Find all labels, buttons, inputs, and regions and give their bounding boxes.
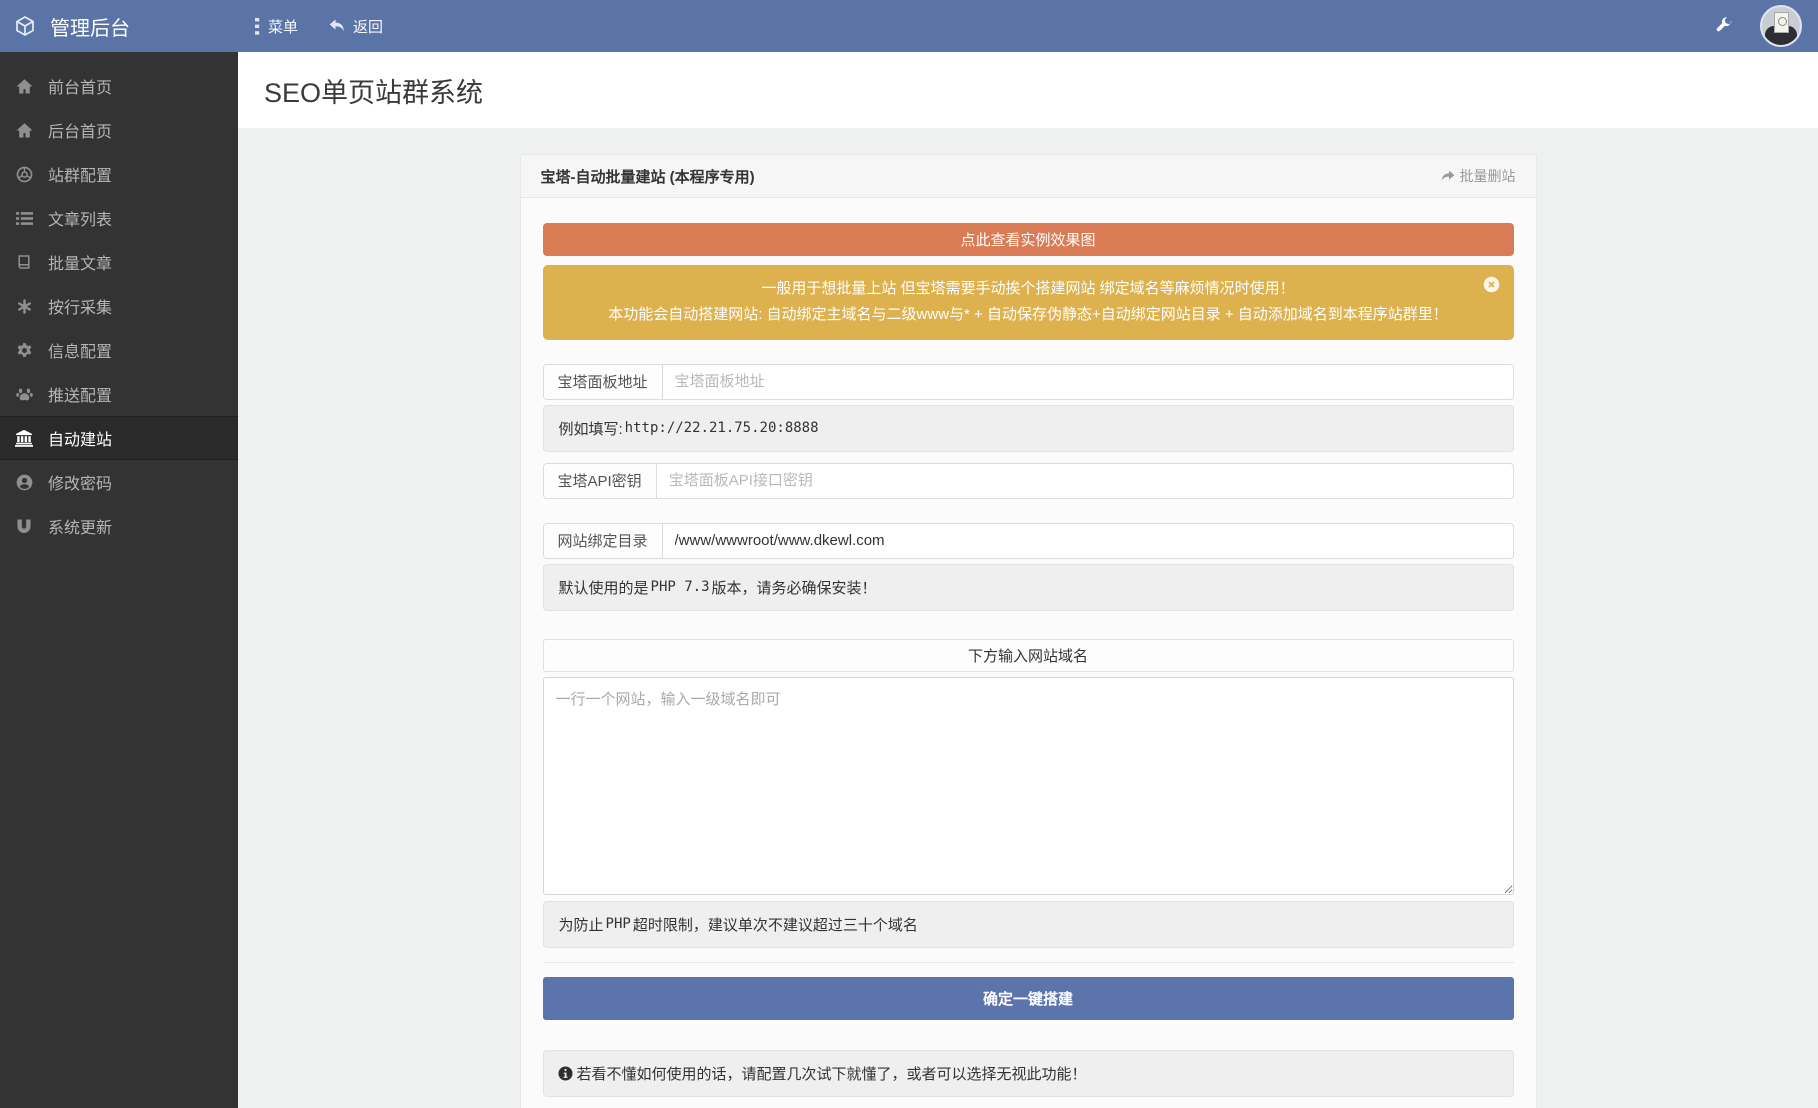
back-button-label: 返回: [353, 16, 383, 37]
domains-header: 下方输入网站域名: [543, 639, 1514, 672]
main-area: SEO单页站群系统 宝塔-自动批量建站 (本程序专用) 批量删站 点此查看实例效…: [238, 52, 1818, 1108]
bind-dir-group: 网站绑定目录: [543, 523, 1514, 559]
page-header: SEO单页站群系统: [238, 52, 1818, 128]
user-avatar[interactable]: [1760, 5, 1802, 47]
submit-build-button[interactable]: 确定一键搭建: [543, 977, 1514, 1020]
share-arrow-icon: [1440, 169, 1455, 183]
url-example-hint: 例如填写: http://22.21.75.20:8888: [543, 405, 1514, 452]
batch-delete-label: 批量删站: [1460, 166, 1516, 186]
asterisk-icon: [15, 299, 33, 314]
sidebar-item-label: 站群配置: [48, 162, 112, 186]
domains-textarea[interactable]: [543, 677, 1514, 895]
sidebar-item-label: 系统更新: [48, 514, 112, 538]
bank-icon: [15, 429, 33, 447]
sidebar-item-admin-home[interactable]: 后台首页: [0, 108, 238, 152]
avatar-card: [1774, 12, 1789, 33]
sidebar-item-label: 后台首页: [48, 118, 112, 142]
hint-suffix: 超时限制，建议单次不建议超过三十个域名: [633, 914, 918, 935]
list-icon: [15, 210, 33, 227]
divider: [543, 962, 1514, 963]
reply-arrow-icon: [328, 18, 346, 34]
panel-url-input[interactable]: [663, 365, 1513, 399]
hint-php: PHP 7.3: [651, 579, 710, 595]
panel-url-label: 宝塔面板地址: [544, 365, 663, 399]
api-key-label: 宝塔API密钥: [544, 464, 657, 498]
page-title: SEO单页站群系统: [264, 71, 483, 110]
brand-title: 管理后台: [50, 12, 130, 41]
topbar: 管理后台 菜单 返回: [0, 0, 1818, 52]
bind-dir-input[interactable]: [663, 524, 1513, 558]
footer-note-text: 若看不懂如何使用的话，请配置几次试下就懂了，或者可以选择无视此功能！: [577, 1063, 1087, 1084]
topnav: 菜单 返回: [254, 16, 383, 37]
paw-icon: [15, 386, 33, 403]
wrench-icon[interactable]: [1714, 17, 1732, 35]
batch-delete-link[interactable]: 批量删站: [1440, 166, 1516, 186]
footer-note: 若看不懂如何使用的话，请配置几次试下就懂了，或者可以选择无视此功能！: [543, 1050, 1514, 1097]
back-button[interactable]: 返回: [328, 16, 383, 37]
close-icon[interactable]: [1483, 276, 1500, 293]
sidebar-item-label: 批量文章: [48, 250, 112, 274]
php-version-hint: 默认使用的是 PHP 7.3 版本，请务必确保安装！: [543, 564, 1514, 611]
book-icon: [15, 254, 33, 270]
home-icon: [15, 122, 33, 139]
sidebar-item-label: 修改密码: [48, 470, 112, 494]
info-icon: [558, 1066, 573, 1081]
hint-php: PHP: [606, 916, 631, 932]
sidebar-item-batch-articles[interactable]: 批量文章: [0, 240, 238, 284]
home-icon: [15, 78, 33, 95]
sidebar-item-label: 自动建站: [48, 426, 112, 450]
hint-suffix: 版本，请务必确保安装！: [712, 577, 877, 598]
topbar-right: [1714, 5, 1818, 47]
sidebar-item-system-update[interactable]: 系统更新: [0, 504, 238, 548]
sidebar-item-auto-build[interactable]: 自动建站: [0, 416, 238, 460]
sidebar-item-label: 推送配置: [48, 382, 112, 406]
sidebar-item-line-collect[interactable]: 按行采集: [0, 284, 238, 328]
baota-panel: 宝塔-自动批量建站 (本程序专用) 批量删站 点此查看实例效果图: [520, 154, 1537, 1108]
hint-url: http://22.21.75.20:8888: [625, 420, 819, 436]
sidebar-item-info-config[interactable]: 信息配置: [0, 328, 238, 372]
hint-prefix: 默认使用的是: [559, 577, 649, 598]
sidebar-item-change-password[interactable]: 修改密码: [0, 460, 238, 504]
user-circle-icon: [15, 474, 33, 491]
gear-icon: [15, 342, 33, 359]
hint-prefix: 为防止: [559, 914, 604, 935]
grip-icon: [254, 18, 261, 35]
usage-alert: 一般用于想批量上站 但宝塔需要手动挨个搭建网站 绑定域名等麻烦情况时使用！ 本功…: [543, 265, 1514, 340]
sidebar-item-front-home[interactable]: 前台首页: [0, 64, 238, 108]
panel-header: 宝塔-自动批量建站 (本程序专用) 批量删站: [521, 155, 1536, 198]
sidebar-item-label: 文章列表: [48, 206, 112, 230]
sidebar-item-label: 按行采集: [48, 294, 112, 318]
panel-title: 宝塔-自动批量建站 (本程序专用): [541, 166, 755, 187]
menu-button-label: 菜单: [268, 16, 298, 37]
sidebar: 前台首页 后台首页 站群配置 文章列表: [0, 52, 238, 1108]
panel-body: 点此查看实例效果图 一般用于想批量上站 但宝塔需要手动挨个搭建网站 绑定域名等麻…: [521, 198, 1536, 1108]
view-example-button[interactable]: 点此查看实例效果图: [543, 223, 1514, 256]
sidebar-item-push-config[interactable]: 推送配置: [0, 372, 238, 416]
alert-line-2: 本功能会自动搭建网站: 自动绑定主域名与二级www与* + 自动保存伪静态+自动…: [603, 302, 1454, 328]
sidebar-item-article-list[interactable]: 文章列表: [0, 196, 238, 240]
hint-prefix: 例如填写:: [559, 418, 623, 439]
chrome-icon: [15, 166, 33, 183]
magnet-icon: [15, 518, 33, 534]
sidebar-item-label: 前台首页: [48, 74, 112, 98]
panel-url-group: 宝塔面板地址: [543, 364, 1514, 400]
content-area: 宝塔-自动批量建站 (本程序专用) 批量删站 点此查看实例效果图: [238, 128, 1818, 1108]
sidebar-item-label: 信息配置: [48, 338, 112, 362]
menu-button[interactable]: 菜单: [254, 16, 298, 37]
alert-line-1: 一般用于想批量上站 但宝塔需要手动挨个搭建网站 绑定域名等麻烦情况时使用！: [603, 276, 1454, 302]
brand[interactable]: 管理后台: [0, 12, 238, 41]
cube-logo-icon: [13, 14, 37, 38]
api-key-input[interactable]: [657, 464, 1513, 498]
api-key-group: 宝塔API密钥: [543, 463, 1514, 499]
domain-limit-hint: 为防止 PHP 超时限制，建议单次不建议超过三十个域名: [543, 901, 1514, 948]
sidebar-item-sitegroup-config[interactable]: 站群配置: [0, 152, 238, 196]
bind-dir-label: 网站绑定目录: [544, 524, 663, 558]
